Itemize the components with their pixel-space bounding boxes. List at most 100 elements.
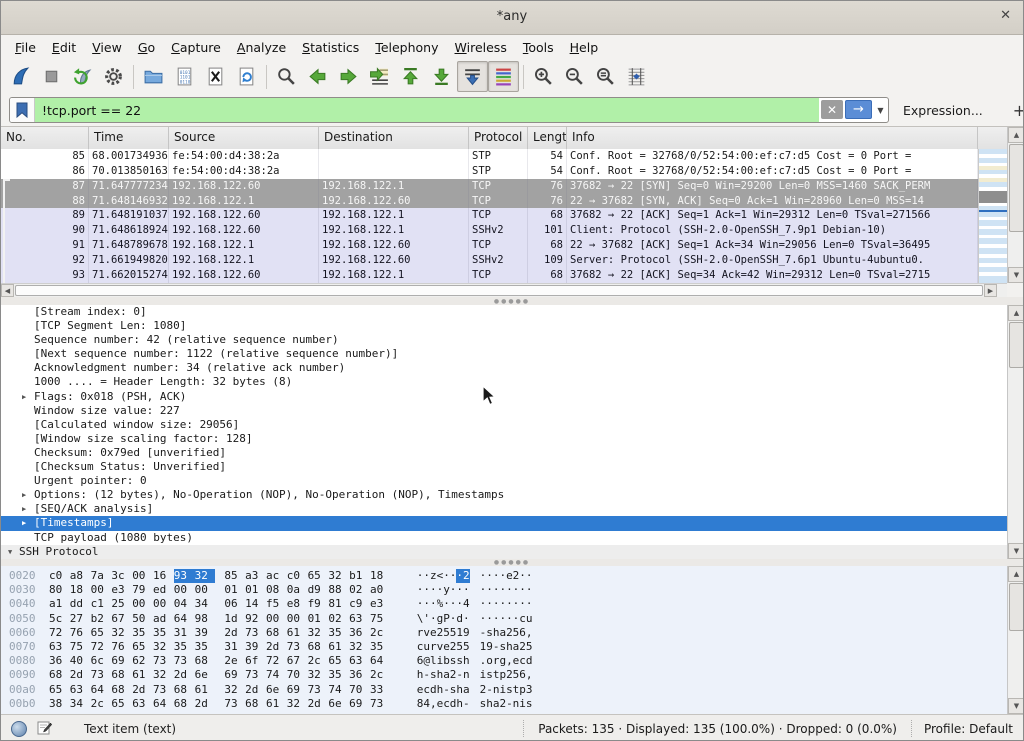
menu-file[interactable]: File bbox=[7, 37, 44, 58]
save-file-button[interactable]: 010111010110 bbox=[169, 61, 200, 92]
close-file-button[interactable] bbox=[200, 61, 231, 92]
collapsed-arrow-icon[interactable]: ▶ bbox=[22, 488, 26, 502]
go-forward-button[interactable] bbox=[333, 61, 364, 92]
packet-row-90[interactable]: 9071.648618924192.168.122.60192.168.122.… bbox=[1, 223, 978, 238]
detail-line-3[interactable]: [Next sequence number: 1122 (relative se… bbox=[1, 347, 1007, 361]
column-header-no[interactable]: No. bbox=[1, 127, 89, 149]
detail-line-1[interactable]: [TCP Segment Len: 1080] bbox=[1, 319, 1007, 333]
go-last-button[interactable] bbox=[426, 61, 457, 92]
detail-line-16[interactable]: TCP payload (1080 bytes) bbox=[1, 531, 1007, 545]
hex-row-00a0[interactable]: 00a0656364682d736861322d6e6973747033ecdh… bbox=[1, 683, 1007, 697]
menu-go[interactable]: Go bbox=[130, 37, 163, 58]
hex-row-0070[interactable]: 0070637572766532353531392d7368613235curv… bbox=[1, 640, 1007, 654]
scroll-up-icon[interactable]: ▲ bbox=[1008, 566, 1024, 582]
packet-row-88[interactable]: 8871.648146932192.168.122.1192.168.122.6… bbox=[1, 194, 978, 209]
find-packet-button[interactable] bbox=[271, 61, 302, 92]
colorize-button[interactable] bbox=[488, 61, 519, 92]
scroll-left-icon[interactable]: ◀ bbox=[1, 284, 14, 297]
pane-splitter-bottom[interactable]: ●●●●● bbox=[1, 559, 1023, 566]
detail-line-15[interactable]: ▶[Timestamps] bbox=[1, 516, 1007, 530]
add-filter-button[interactable]: + bbox=[1009, 101, 1024, 120]
detail-line-0[interactable]: [Stream index: 0] bbox=[1, 305, 1007, 319]
detail-line-4[interactable]: Acknowledgment number: 34 (relative ack … bbox=[1, 361, 1007, 375]
detail-line-2[interactable]: Sequence number: 42 (relative sequence n… bbox=[1, 333, 1007, 347]
packet-list-vscrollbar[interactable]: ▲ ▼ bbox=[1007, 127, 1024, 283]
zoom-original-button[interactable] bbox=[590, 61, 621, 92]
menu-analyze[interactable]: Analyze bbox=[229, 37, 294, 58]
column-header-info[interactable]: Info bbox=[567, 127, 978, 149]
packet-row-93[interactable]: 9371.662015274192.168.122.60192.168.122.… bbox=[1, 268, 978, 283]
expression-button[interactable]: Expression... bbox=[903, 103, 983, 118]
bytes-vscrollbar[interactable]: ▲ ▼ bbox=[1007, 566, 1024, 714]
display-filter-input[interactable]: !tcp.port == 22 bbox=[35, 98, 819, 122]
go-back-button[interactable] bbox=[302, 61, 333, 92]
column-header-time[interactable]: Time bbox=[89, 127, 169, 149]
hex-row-00b0[interactable]: 00b038342c656364682d736861322d6e697384,e… bbox=[1, 697, 1007, 711]
menu-capture[interactable]: Capture bbox=[163, 37, 229, 58]
filter-bookmark-icon[interactable] bbox=[10, 98, 35, 122]
details-vscroll-thumb[interactable] bbox=[1009, 322, 1024, 368]
start-capture-button[interactable] bbox=[5, 61, 36, 92]
hex-row-0060[interactable]: 006072766532353531392d7368613235362crve2… bbox=[1, 626, 1007, 640]
details-vscrollbar[interactable]: ▲ ▼ bbox=[1007, 305, 1024, 559]
go-first-button[interactable] bbox=[395, 61, 426, 92]
collapsed-arrow-icon[interactable]: ▶ bbox=[22, 516, 26, 530]
menu-tools[interactable]: Tools bbox=[515, 37, 562, 58]
collapsed-arrow-icon[interactable]: ▶ bbox=[22, 390, 26, 404]
restart-capture-button[interactable] bbox=[67, 61, 98, 92]
packet-row-87[interactable]: 8771.647777234192.168.122.60192.168.122.… bbox=[1, 179, 978, 194]
hex-row-0080[interactable]: 008036406c69627373682e6f72672c6563646@li… bbox=[1, 654, 1007, 668]
detail-line-17[interactable]: ▼SSH Protocol bbox=[1, 545, 1007, 559]
scroll-right-icon[interactable]: ▶ bbox=[984, 284, 997, 297]
auto-scroll-button[interactable] bbox=[457, 61, 488, 92]
menu-help[interactable]: Help bbox=[562, 37, 607, 58]
column-header-protocol[interactable]: Protocol bbox=[469, 127, 528, 149]
packet-row-92[interactable]: 9271.661949820192.168.122.1192.168.122.6… bbox=[1, 253, 978, 268]
expert-info-icon[interactable] bbox=[11, 721, 27, 737]
close-window-button[interactable]: ✕ bbox=[1000, 8, 1011, 23]
scroll-up-icon[interactable]: ▲ bbox=[1008, 127, 1024, 143]
menu-statistics[interactable]: Statistics bbox=[294, 37, 367, 58]
detail-line-13[interactable]: ▶Options: (12 bytes), No-Operation (NOP)… bbox=[1, 488, 1007, 502]
detail-line-8[interactable]: [Calculated window size: 29056] bbox=[1, 418, 1007, 432]
go-to-packet-button[interactable] bbox=[364, 61, 395, 92]
open-file-button[interactable] bbox=[138, 61, 169, 92]
detail-line-10[interactable]: Checksum: 0x79ed [unverified] bbox=[1, 446, 1007, 460]
detail-line-5[interactable]: 1000 .... = Header Length: 32 bytes (8) bbox=[1, 375, 1007, 389]
scroll-down-icon[interactable]: ▼ bbox=[1008, 698, 1024, 714]
detail-line-11[interactable]: [Checksum Status: Unverified] bbox=[1, 460, 1007, 474]
bytes-vscroll-thumb[interactable] bbox=[1009, 583, 1024, 631]
scroll-down-icon[interactable]: ▼ bbox=[1008, 267, 1024, 283]
packet-row-86[interactable]: 8670.013850163fe:54:00:d4:38:2aSTP54Conf… bbox=[1, 164, 978, 179]
menu-view[interactable]: View bbox=[84, 37, 130, 58]
hex-row-0030[interactable]: 0030801800e379ed00000101080ad98802a0····… bbox=[1, 583, 1007, 597]
expanded-arrow-icon[interactable]: ▼ bbox=[8, 545, 12, 559]
menu-telephony[interactable]: Telephony bbox=[367, 37, 446, 58]
detail-line-12[interactable]: Urgent pointer: 0 bbox=[1, 474, 1007, 488]
pane-splitter-top[interactable]: ●●●●● bbox=[1, 297, 1023, 305]
packet-list-minimap[interactable] bbox=[978, 149, 1007, 283]
detail-line-14[interactable]: ▶[SEQ/ACK analysis] bbox=[1, 502, 1007, 516]
filter-dropdown-icon[interactable]: ▼ bbox=[873, 98, 888, 122]
hex-row-0020[interactable]: 0020c0a87a3c0016933285a3acc06532b118··z<… bbox=[1, 569, 1007, 583]
filter-apply-button[interactable]: → bbox=[845, 100, 872, 119]
capture-options-button[interactable] bbox=[98, 61, 129, 92]
packet-row-91[interactable]: 9171.648789678192.168.122.1192.168.122.6… bbox=[1, 238, 978, 253]
packet-list-hscroll-thumb[interactable] bbox=[15, 285, 983, 296]
packet-list-hscrollbar[interactable]: ◀ ▶ bbox=[1, 283, 1007, 297]
detail-line-7[interactable]: Window size value: 227 bbox=[1, 404, 1007, 418]
zoom-out-button[interactable] bbox=[559, 61, 590, 92]
detail-line-9[interactable]: [Window size scaling factor: 128] bbox=[1, 432, 1007, 446]
stop-capture-button[interactable] bbox=[36, 61, 67, 92]
column-header-source[interactable]: Source bbox=[169, 127, 319, 149]
hex-row-0050[interactable]: 00505c27b26750ad64981d92000001026375\'·g… bbox=[1, 612, 1007, 626]
scroll-up-icon[interactable]: ▲ bbox=[1008, 305, 1024, 321]
column-header-length[interactable]: Length bbox=[528, 127, 567, 149]
packet-list-vscroll-thumb[interactable] bbox=[1009, 144, 1024, 232]
packet-row-85[interactable]: 8568.001734936fe:54:00:d4:38:2aSTP54Conf… bbox=[1, 149, 978, 164]
detail-line-6[interactable]: ▶Flags: 0x018 (PSH, ACK) bbox=[1, 390, 1007, 404]
collapsed-arrow-icon[interactable]: ▶ bbox=[22, 502, 26, 516]
filter-clear-button[interactable]: ✕ bbox=[821, 100, 843, 119]
reload-file-button[interactable] bbox=[231, 61, 262, 92]
packet-row-89[interactable]: 8971.648191037192.168.122.60192.168.122.… bbox=[1, 208, 978, 223]
